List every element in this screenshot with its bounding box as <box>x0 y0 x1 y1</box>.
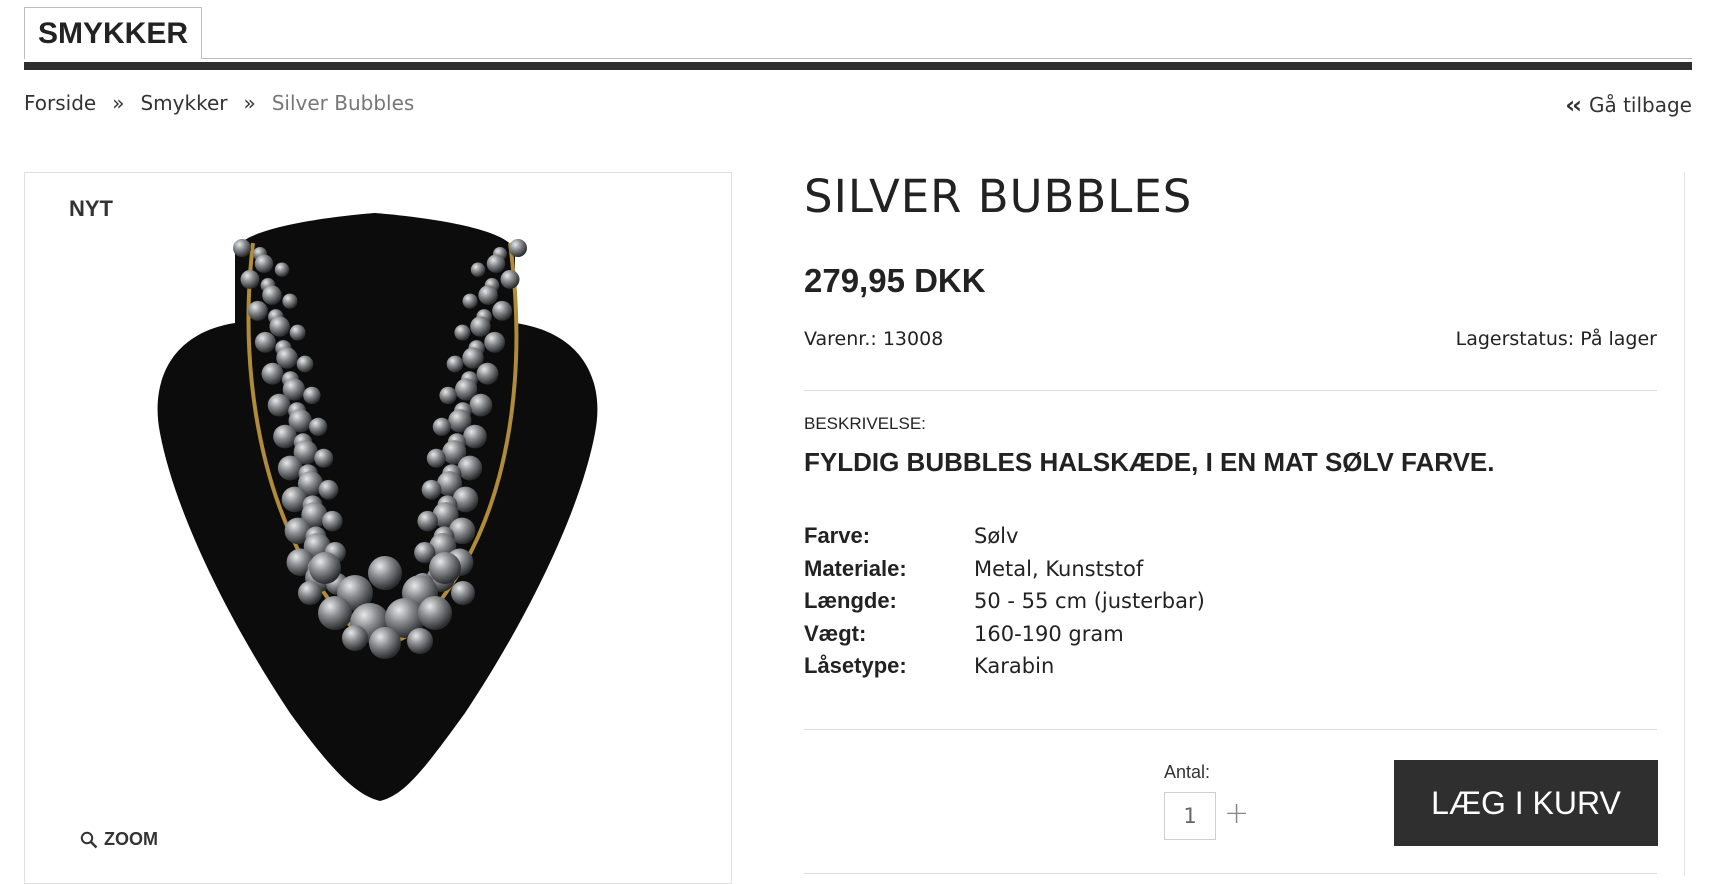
breadcrumb: Forside » Smykker » Silver Bubbles <box>24 91 414 115</box>
spec-key: Farve: <box>804 523 871 549</box>
breadcrumb-separator: » <box>243 91 256 115</box>
description-text: FYLDIG BUBBLES HALSKÆDE, I EN MAT SØLV F… <box>804 447 1495 477</box>
product-title: SILVER BUBBLES <box>804 170 1193 223</box>
zoom-button[interactable]: ZOOM <box>80 829 158 850</box>
spec-value: Karabin <box>974 654 1055 679</box>
divider <box>804 390 1657 391</box>
content-border <box>1684 172 1685 876</box>
spec-table: Farve: Sølv Materiale: Metal, Kunststof … <box>804 520 1205 683</box>
breadcrumb-current: Silver Bubbles <box>271 91 415 115</box>
spec-row-clasp: Låsetype: Karabin <box>804 650 1205 683</box>
tab-divider <box>202 58 1692 59</box>
spec-key: Vægt: <box>804 620 867 646</box>
spec-value: 50 - 55 cm (justerbar) <box>974 589 1205 614</box>
add-to-cart-button[interactable]: LÆG I KURV <box>1394 760 1658 846</box>
quantity-label: Antal: <box>1164 762 1211 782</box>
new-badge: NYT <box>69 196 113 221</box>
back-link-label: Gå tilbage <box>1588 93 1692 117</box>
spec-row-material: Materiale: Metal, Kunststof <box>804 553 1205 586</box>
product-price: 279,95 DKK <box>804 262 986 299</box>
breadcrumb-separator: » <box>112 91 125 115</box>
spec-key: Låsetype: <box>804 653 907 679</box>
search-icon <box>80 831 98 848</box>
product-image <box>157 213 598 801</box>
spec-key: Længde: <box>804 588 897 614</box>
spec-key: Materiale: <box>804 555 907 581</box>
spec-row-weight: Vægt: 160-190 gram <box>804 618 1205 651</box>
product-sku: Varenr.: 13008 <box>804 328 944 350</box>
spec-row-length: Længde: 50 - 55 cm (justerbar) <box>804 585 1205 618</box>
category-tab[interactable]: SMYKKER <box>24 7 202 59</box>
spec-row-color: Farve: Sølv <box>804 520 1205 553</box>
stock-status: Lagerstatus: På lager <box>1455 328 1657 350</box>
spec-value: Metal, Kunststof <box>974 556 1144 581</box>
divider <box>804 729 1657 730</box>
spec-value: 160-190 gram <box>974 621 1124 646</box>
spec-value: Sølv <box>974 524 1019 549</box>
breadcrumb-link-home[interactable]: Forside <box>24 91 96 115</box>
quantity-input[interactable]: 1 <box>1164 792 1216 840</box>
back-link[interactable]: ‹‹ Gå tilbage <box>1565 91 1692 119</box>
breadcrumb-link-category[interactable]: Smykker <box>140 91 227 115</box>
product-image-container[interactable]: NYT ZOOM <box>24 172 732 884</box>
quantity-plus-button[interactable]: + <box>1224 796 1249 832</box>
category-tab-label: SMYKKER <box>37 16 188 50</box>
tab-bar <box>24 62 1692 70</box>
divider <box>804 873 1657 874</box>
zoom-label: ZOOM <box>104 829 158 849</box>
description-label: BESKRIVELSE: <box>804 414 926 433</box>
double-chevron-left-icon: ‹‹ <box>1565 91 1582 119</box>
